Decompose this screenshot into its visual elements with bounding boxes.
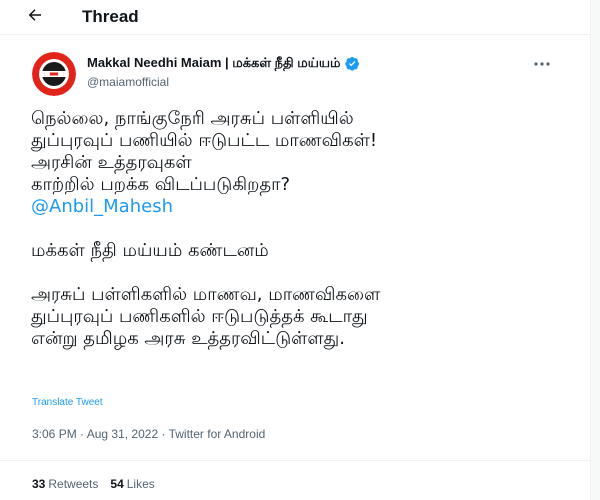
more-options-button[interactable] [532, 54, 552, 70]
thread-panel: Thread Makkal Needhi Maiam | மக்கள் நீதி… [0, 0, 591, 500]
page-title: Thread [82, 7, 139, 26]
tweet-text: நெல்லை, நாங்குநேரி அரசுப் பள்ளியில் துப்… [31, 108, 571, 350]
tweet-source[interactable]: Twitter for Android [169, 427, 266, 441]
tweet-line: மக்கள் நீதி மய்யம் கண்டனம் [31, 240, 269, 261]
meta-divider [0, 460, 590, 461]
likes-stat[interactable]: 54 Likes [110, 477, 154, 491]
tweet-meta: 3:06 PM · Aug 31, 2022 · Twitter for And… [32, 427, 265, 441]
tweet-stats: 33 Retweets 54 Likes [32, 477, 155, 491]
retweets-count: 33 [32, 477, 46, 491]
retweets-stat[interactable]: 33 Retweets [32, 477, 98, 491]
page-edge [591, 0, 600, 500]
likes-label: Likes [126, 477, 155, 491]
author-name[interactable]: Makkal Needhi Maiam | மக்கள் நீதி மய்யம் [87, 55, 360, 72]
arrow-left-icon [26, 6, 44, 29]
tweet-line: துப்புரவுப் பணிகளில் ஈடுபடுத்தக் கூடாது [31, 306, 368, 327]
verified-badge-icon [344, 56, 360, 71]
tweet-line: துப்புரவுப் பணியில் ஈடுபட்ட மாணவிகள்! [31, 130, 378, 151]
meta-separator: · [76, 427, 87, 441]
tweet-date[interactable]: Aug 31, 2022 [87, 427, 158, 441]
tweet-line: காற்றில் பறக்க விடப்படுகிறதா? [31, 174, 291, 195]
retweets-label: Retweets [48, 477, 99, 491]
author-handle[interactable]: @maiamofficial [87, 75, 169, 89]
thread-header: Thread [0, 0, 590, 34]
tweet-line: அரசின் உத்தரவுகள் [31, 152, 192, 173]
translate-tweet-link[interactable]: Translate Tweet [32, 397, 103, 408]
author-display-name[interactable]: Makkal Needhi Maiam | மக்கள் நீதி மய்யம் [87, 55, 341, 72]
tweet-line: அரசுப் பள்ளிகளில் மாணவ, மாணவிகளை [31, 284, 381, 305]
tweet-time[interactable]: 3:06 PM [32, 427, 77, 441]
header-divider [0, 34, 590, 35]
meta-separator: · [158, 427, 169, 441]
party-logo-avatar [32, 52, 76, 96]
tweet-line: நெல்லை, நாங்குநேரி அரசுப் பள்ளியில் [31, 108, 354, 129]
mention-link[interactable]: @Anbil_Mahesh [31, 196, 173, 217]
tweet-line: என்று தமிழக அரசு உத்தரவிட்டுள்ளது. [31, 328, 345, 349]
more-horizontal-icon [534, 53, 550, 71]
back-button[interactable] [24, 7, 46, 27]
likes-count: 54 [110, 477, 124, 491]
author-avatar[interactable] [32, 52, 76, 96]
mention-link-line: @Anbil_Mahesh [31, 196, 571, 218]
